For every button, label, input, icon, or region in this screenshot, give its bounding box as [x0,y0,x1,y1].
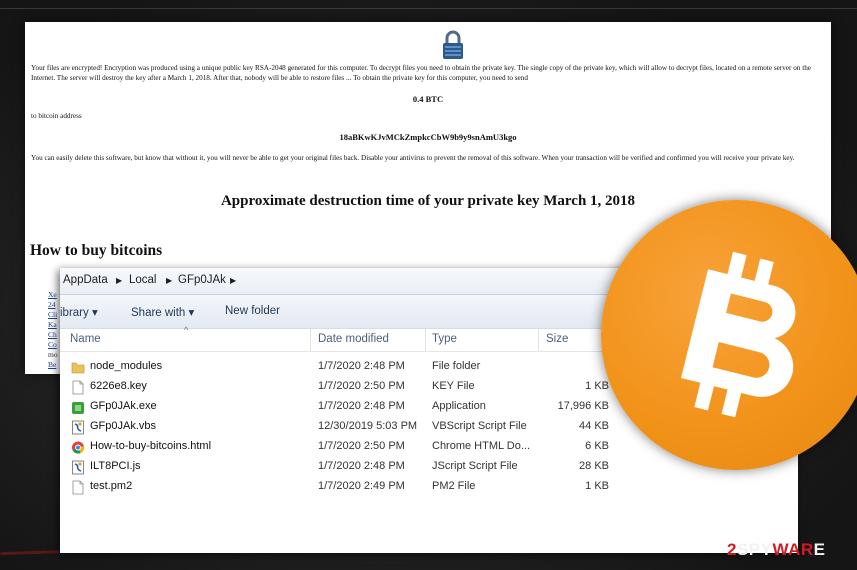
file-name: ILT8PCI.js [90,460,141,472]
file-date: 1/7/2020 2:48 PM [318,400,405,412]
share-with-button[interactable]: Share with ▾ [131,305,194,319]
file-date: 1/7/2020 2:48 PM [318,460,405,472]
file-date: 1/7/2020 2:50 PM [318,440,405,452]
file-date: 12/30/2019 5:03 PM [318,420,418,432]
file-type: VBScript Script File [432,420,527,432]
file-name: node_modules [90,360,163,372]
link-item[interactable]: Be [48,360,58,370]
file-date: 1/7/2020 2:49 PM [318,480,405,492]
script-icon [71,460,85,475]
link-item[interactable]: Ch [48,330,58,340]
file-type: PM2 File [432,480,476,492]
file-name: GFp0JAk.exe [90,400,157,412]
file-type: Application [432,400,486,412]
file-size: 28 KB [579,460,609,472]
breadcrumb-appdata[interactable]: AppData [63,274,108,286]
watermark-part: SPY [736,540,773,559]
folder-icon [71,360,85,375]
breadcrumb-separator-icon: ▶ [230,276,237,285]
file-type: Chrome HTML Do... [432,440,531,452]
file-row[interactable]: test.pm2 1/7/2020 2:49 PM PM2 File 1 KB [60,477,798,497]
ransom-paragraph: Your files are encrypted! Encryption was… [31,64,811,82]
column-type[interactable]: Type [432,333,457,345]
file-date: 1/7/2020 2:48 PM [318,360,405,372]
sort-ascending-icon: ^ [184,325,189,335]
file-type: File folder [432,360,481,372]
file-name: How-to-buy-bitcoins.html [90,440,212,452]
bitcoin-symbol-icon [680,251,796,418]
column-divider[interactable] [425,329,426,351]
file-size: 1 KB [585,480,609,492]
file-name: test.pm2 [90,480,133,492]
library-button[interactable]: ibrary ▾ [60,305,98,319]
file-type: JScript Script File [432,460,518,472]
column-date-modified[interactable]: Date modified [318,333,389,345]
column-size[interactable]: Size [546,333,568,345]
file-size: 17,996 KB [557,400,609,412]
breadcrumb-separator-icon: ▶ [166,276,173,285]
file-size: 6 KB [585,440,609,452]
link-item[interactable]: Ka [48,320,58,330]
bitcoin-address: 18aBKwKJvMCkZmpkcCbW9b9y9snAmU3kgo [339,132,517,142]
light-streak [0,8,857,9]
file-name: 6226e8.key [90,380,147,392]
column-divider[interactable] [310,329,311,351]
column-name[interactable]: Name [70,333,101,345]
file-icon [71,480,85,495]
breadcrumb-local[interactable]: Local [129,274,157,286]
script-icon [71,420,85,435]
link-item[interactable]: Co [48,340,58,350]
warning-paragraph: You can easily delete this software, but… [31,154,795,162]
column-divider[interactable] [538,329,539,351]
breadcrumb-separator-icon: ▶ [116,276,123,285]
buy-bitcoins-heading: How to buy bitcoins [30,242,163,259]
file-size: 1 KB [585,380,609,392]
chrome-icon [71,440,85,455]
file-size: 44 KB [579,420,609,432]
exe-icon [71,400,85,415]
file-date: 1/7/2020 2:50 PM [318,380,405,392]
bitcoin-icon [601,200,857,470]
bitcoin-links-list: Xe 24 Cli Ka Ch Co mo Be [48,290,58,370]
file-name: GFp0JAk.vbs [90,420,157,432]
watermark-logo: 2SPYWARE [727,540,826,560]
file-icon [71,380,85,395]
watermark-part: WAR [772,540,814,559]
file-type: KEY File [432,380,475,392]
ransom-amount: 0.4 BTC [412,94,444,104]
link-item[interactable]: Xe [48,290,58,300]
address-label: to bitcoin address [31,112,82,120]
padlock-icon [443,30,463,59]
breadcrumb-gfp0jak[interactable]: GFp0JAk [178,274,226,286]
watermark-part: E [813,540,826,559]
new-folder-button[interactable]: New folder [225,305,280,317]
link-item[interactable]: 24 [48,300,58,310]
watermark-part: 2 [727,540,737,559]
link-item[interactable]: mo [48,350,58,360]
link-item[interactable]: Cli [48,310,58,320]
